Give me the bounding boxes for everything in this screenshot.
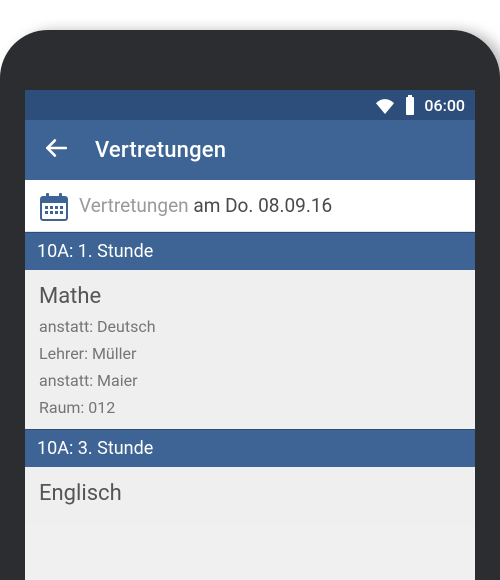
subject-label: Englisch [39, 481, 461, 506]
wifi-icon [374, 96, 396, 114]
app-bar: Vertretungen [25, 120, 475, 180]
section-header: 10A: 1. Stunde [25, 232, 475, 270]
date-mid: am [189, 194, 225, 217]
detail-key: Lehrer: [39, 344, 92, 363]
section-header: 10A: 3. Stunde [25, 429, 475, 467]
detail-val: Müller [92, 344, 136, 363]
phone-frame: 06:00 Vertretungen [0, 30, 500, 580]
detail-val: 012 [88, 398, 115, 417]
back-arrow-icon[interactable] [43, 135, 69, 165]
detail-key: Raum: [39, 398, 88, 417]
detail-row: Raum: 012 [39, 398, 461, 417]
subject-label: Mathe [39, 284, 461, 309]
date-strip-text: Vertretungen am Do. 08.09.16 [79, 194, 332, 217]
detail-val: Deutsch [97, 317, 155, 336]
date-strip[interactable]: Vertretungen am Do. 08.09.16 [25, 180, 475, 232]
stage: 06:00 Vertretungen [0, 0, 500, 580]
date-value: Do. 08.09.16 [225, 194, 332, 217]
screen: 06:00 Vertretungen [25, 90, 475, 580]
detail-row: anstatt: Deutsch [39, 317, 461, 336]
status-bar: 06:00 [25, 90, 475, 120]
detail-row: Lehrer: Müller [39, 344, 461, 363]
detail-row: anstatt: Maier [39, 371, 461, 390]
substitution-card[interactable]: Englisch [25, 467, 475, 524]
substitution-card[interactable]: Mathe anstatt: Deutsch Lehrer: Müller an… [25, 270, 475, 429]
detail-val: Maier [97, 371, 137, 390]
battery-icon [404, 95, 416, 115]
status-time: 06:00 [424, 96, 465, 115]
page-title: Vertretungen [95, 138, 226, 163]
calendar-icon [39, 192, 67, 220]
detail-key: anstatt: [39, 317, 97, 336]
detail-key: anstatt: [39, 371, 97, 390]
date-prefix: Vertretungen [79, 194, 189, 217]
